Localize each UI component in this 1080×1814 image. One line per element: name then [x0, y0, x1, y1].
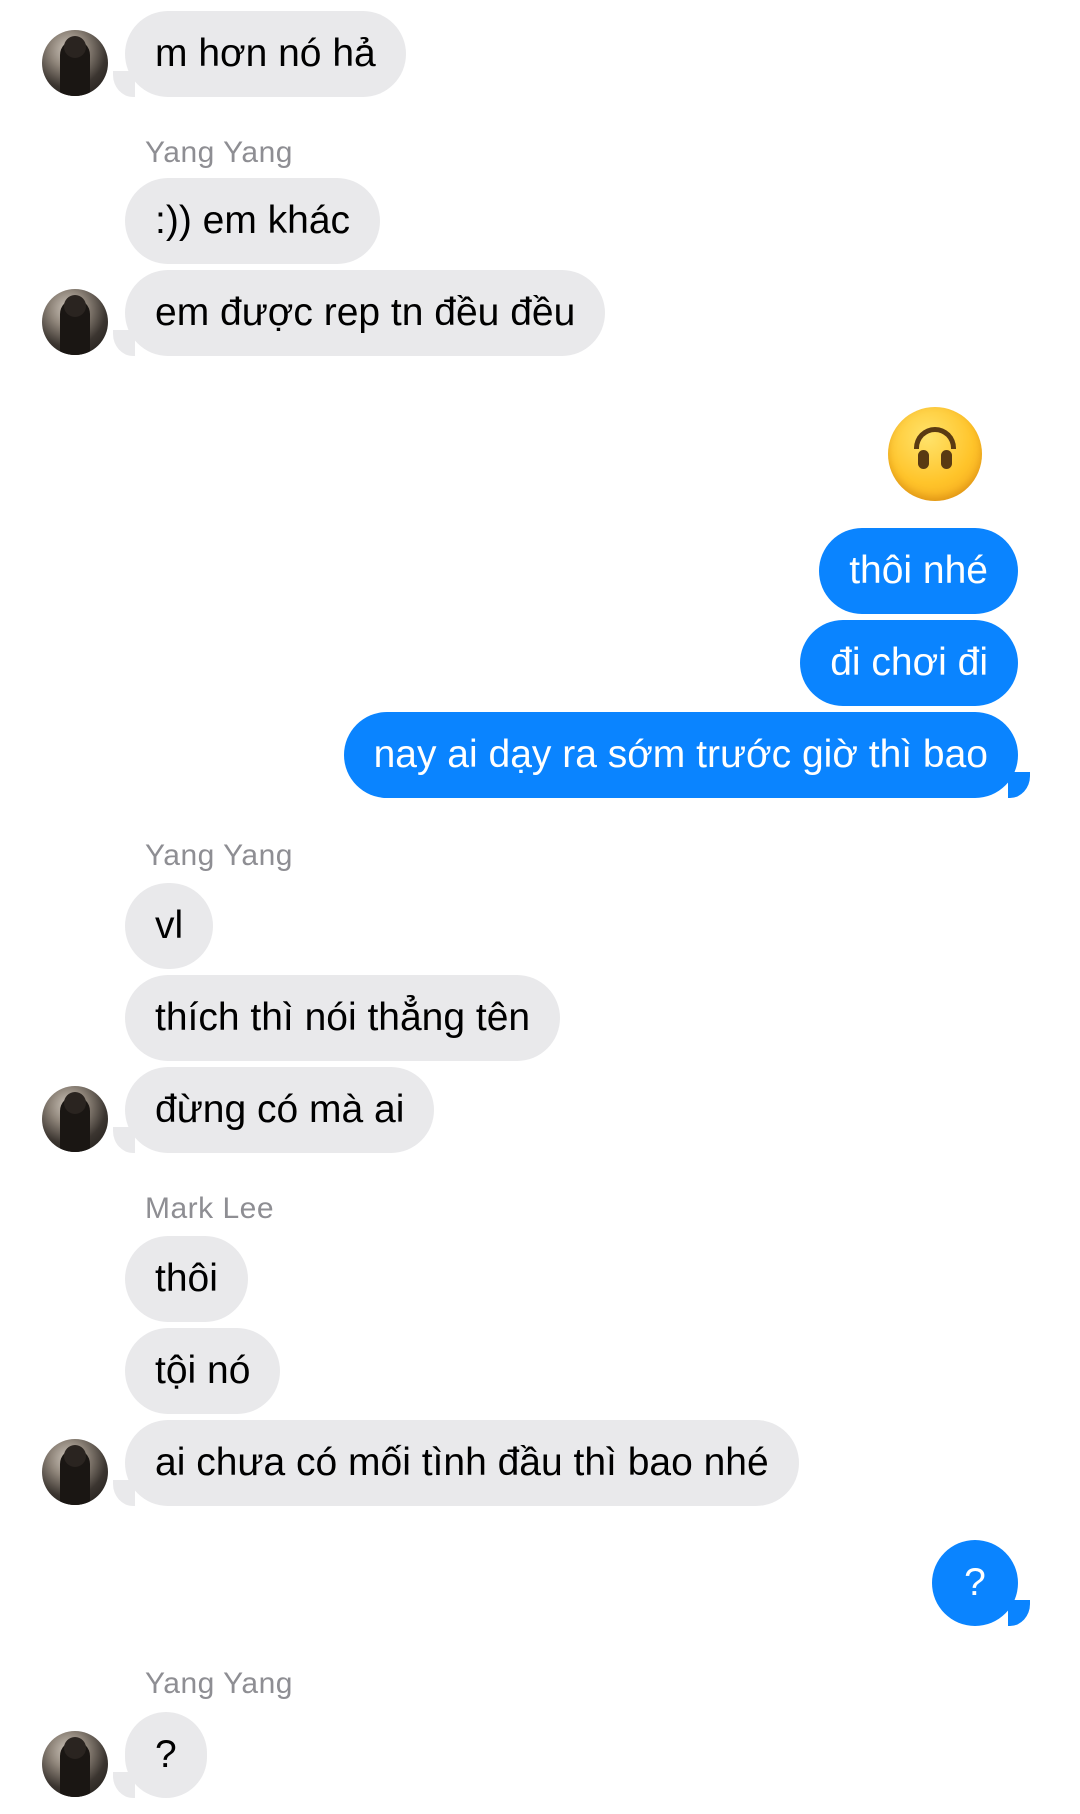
incoming-message-bubble[interactable]: ai chưa có mối tình đầu thì bao nhé	[125, 1420, 799, 1506]
bubble-tail	[113, 1772, 135, 1798]
incoming-message-bubble[interactable]: ?	[125, 1712, 207, 1798]
incoming-message-bubble[interactable]: :)) em khác	[125, 178, 381, 264]
sender-name-label: Yang Yang	[145, 136, 293, 169]
incoming-message-bubble[interactable]: thôi	[125, 1236, 248, 1322]
outgoing-message-bubble[interactable]: thôi nhé	[819, 528, 1018, 614]
chat-thread: m hơn nó hả Yang Yang :)) em khác em đượ…	[0, 0, 1080, 1814]
incoming-message-bubble[interactable]: tội nó	[125, 1328, 281, 1414]
incoming-message-bubble[interactable]: thích thì nói thẳng tên	[125, 975, 561, 1061]
bubble-tail	[113, 1480, 135, 1506]
incoming-message-bubble[interactable]: em được rep tn đều đều	[125, 270, 606, 356]
incoming-message-bubble[interactable]: vl	[125, 883, 214, 969]
contact-avatar[interactable]	[42, 30, 108, 96]
contact-avatar[interactable]	[42, 1439, 108, 1505]
outgoing-message-bubble[interactable]: nay ai dạy ra sớm trước giờ thì bao	[343, 712, 1018, 798]
bubble-tail	[113, 71, 135, 97]
sender-name-label: Yang Yang	[145, 839, 293, 872]
bubble-tail	[1008, 1600, 1030, 1626]
contact-avatar[interactable]	[42, 1086, 108, 1152]
incoming-message-bubble[interactable]: m hơn nó hả	[125, 11, 406, 97]
sender-name-label: Mark Lee	[145, 1192, 275, 1225]
sender-name-label: Yang Yang	[145, 1667, 293, 1700]
outgoing-message-bubble[interactable]: đi chơi đi	[800, 620, 1018, 706]
contact-avatar[interactable]	[42, 1731, 108, 1797]
bubble-tail	[113, 1127, 135, 1153]
bubble-tail	[113, 330, 135, 356]
outgoing-message-bubble[interactable]: ?	[932, 1540, 1018, 1626]
incoming-message-bubble[interactable]: đừng có mà ai	[125, 1067, 435, 1153]
upside-down-face-icon[interactable]	[888, 407, 982, 501]
contact-avatar[interactable]	[42, 289, 108, 355]
bubble-tail	[1008, 772, 1030, 798]
